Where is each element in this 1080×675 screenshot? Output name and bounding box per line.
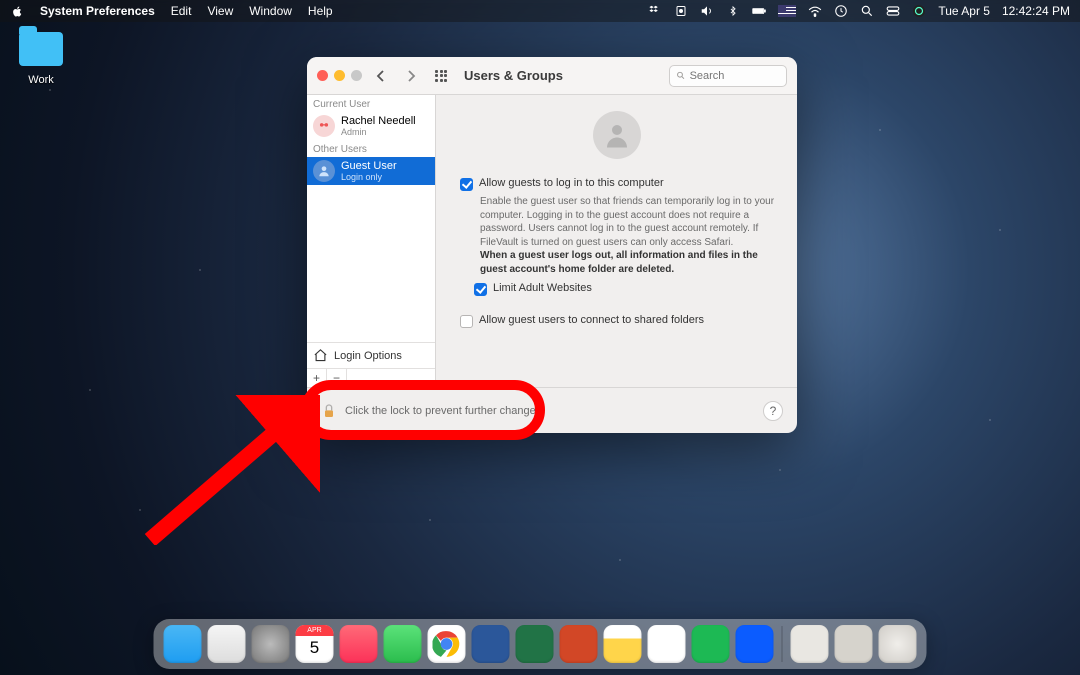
dock-doc-2[interactable] [835,625,873,663]
add-user-button[interactable]: + [307,369,327,387]
dock-trash[interactable] [879,625,917,663]
house-icon [313,348,328,363]
recording-icon[interactable] [674,4,688,18]
dock-app-calendar[interactable]: APR5 [296,625,334,663]
dock-app-messages[interactable] [384,625,422,663]
desktop-folder-work[interactable]: Work [14,32,68,88]
volume-icon[interactable] [700,4,714,18]
dock-app-settings[interactable] [252,625,290,663]
users-sidebar: Current User Rachel Needell Admin Other … [307,95,436,387]
app-name[interactable]: System Preferences [40,4,155,18]
menu-help[interactable]: Help [308,4,333,18]
menubar-time[interactable]: 12:42:24 PM [1002,4,1070,18]
window-title: Users & Groups [464,68,563,83]
search-input[interactable] [690,70,780,82]
other-users-label: Other Users [307,140,435,157]
login-options[interactable]: Login Options [307,342,435,368]
current-user-label: Current User [307,95,435,112]
limit-adult-checkbox[interactable] [474,283,487,296]
shared-folders-checkbox[interactable] [460,315,473,328]
dock-app-chrome[interactable] [428,625,466,663]
wifi-icon[interactable] [808,4,822,18]
minimize-button[interactable] [334,70,345,81]
dock-app-music[interactable] [340,625,378,663]
menubar-date[interactable]: Tue Apr 5 [938,4,990,18]
spotlight-icon[interactable] [860,4,874,18]
back-button[interactable] [370,65,392,87]
zoom-button[interactable] [351,70,362,81]
preferences-window: Users & Groups Current User Rachel Neede… [307,57,797,433]
timemachine-icon[interactable] [834,4,848,18]
user-name: Rachel Needell [341,115,416,127]
remove-user-button[interactable]: − [327,369,347,387]
show-all-button[interactable] [430,65,452,87]
shared-folders-label: Allow guest users to connect to shared f… [479,314,704,328]
user-role: Admin [341,127,416,137]
search-field[interactable] [669,65,787,87]
lock-icon[interactable] [321,402,337,420]
dock-app-excel[interactable] [516,625,554,663]
user-name: Guest User [341,160,397,172]
menu-window[interactable]: Window [249,4,292,18]
limit-adult-label: Limit Adult Websites [493,282,592,296]
guest-avatar[interactable] [593,111,641,159]
bluetooth-icon[interactable] [726,4,740,18]
user-role: Login only [341,172,397,182]
folder-icon [19,32,63,66]
avatar-icon [313,115,335,137]
window-footer: Click the lock to prevent further change… [307,387,797,433]
avatar-icon [313,160,335,182]
dock: APR5 [154,619,927,669]
sidebar-user-current[interactable]: Rachel Needell Admin [307,112,435,140]
lock-text[interactable]: Click the lock to prevent further change… [345,405,544,417]
dock-app-finder[interactable] [164,625,202,663]
control-center-icon[interactable] [886,4,900,18]
allow-guests-checkbox[interactable] [460,178,473,191]
forward-button[interactable] [400,65,422,87]
menu-view[interactable]: View [207,4,233,18]
sidebar-user-guest[interactable]: Guest User Login only [307,157,435,185]
help-button[interactable]: ? [763,401,783,421]
titlebar: Users & Groups [307,57,797,95]
dock-app-slack[interactable] [648,625,686,663]
dock-app-launchpad[interactable] [208,625,246,663]
siri-icon[interactable] [912,4,926,18]
dropbox-icon[interactable] [648,4,662,18]
dock-app-zoom[interactable] [736,625,774,663]
flag-icon[interactable] [778,4,796,18]
folder-label: Work [28,74,53,86]
allow-guests-label: Allow guests to log in to this computer [479,177,664,191]
dock-app-word[interactable] [472,625,510,663]
allow-guests-description: Enable the guest user so that friends ca… [454,195,779,282]
content-pane: Allow guests to log in to this computer … [436,95,797,387]
login-options-label: Login Options [334,350,402,362]
dock-separator [782,626,783,662]
dock-app-spotify[interactable] [692,625,730,663]
dock-app-powerpoint[interactable] [560,625,598,663]
close-button[interactable] [317,70,328,81]
menu-edit[interactable]: Edit [171,4,192,18]
battery-icon[interactable] [752,4,766,18]
dock-doc-1[interactable] [791,625,829,663]
menubar: System Preferences Edit View Window Help… [0,0,1080,22]
search-icon [676,70,686,81]
apple-icon[interactable] [10,4,24,18]
dock-app-notes[interactable] [604,625,642,663]
